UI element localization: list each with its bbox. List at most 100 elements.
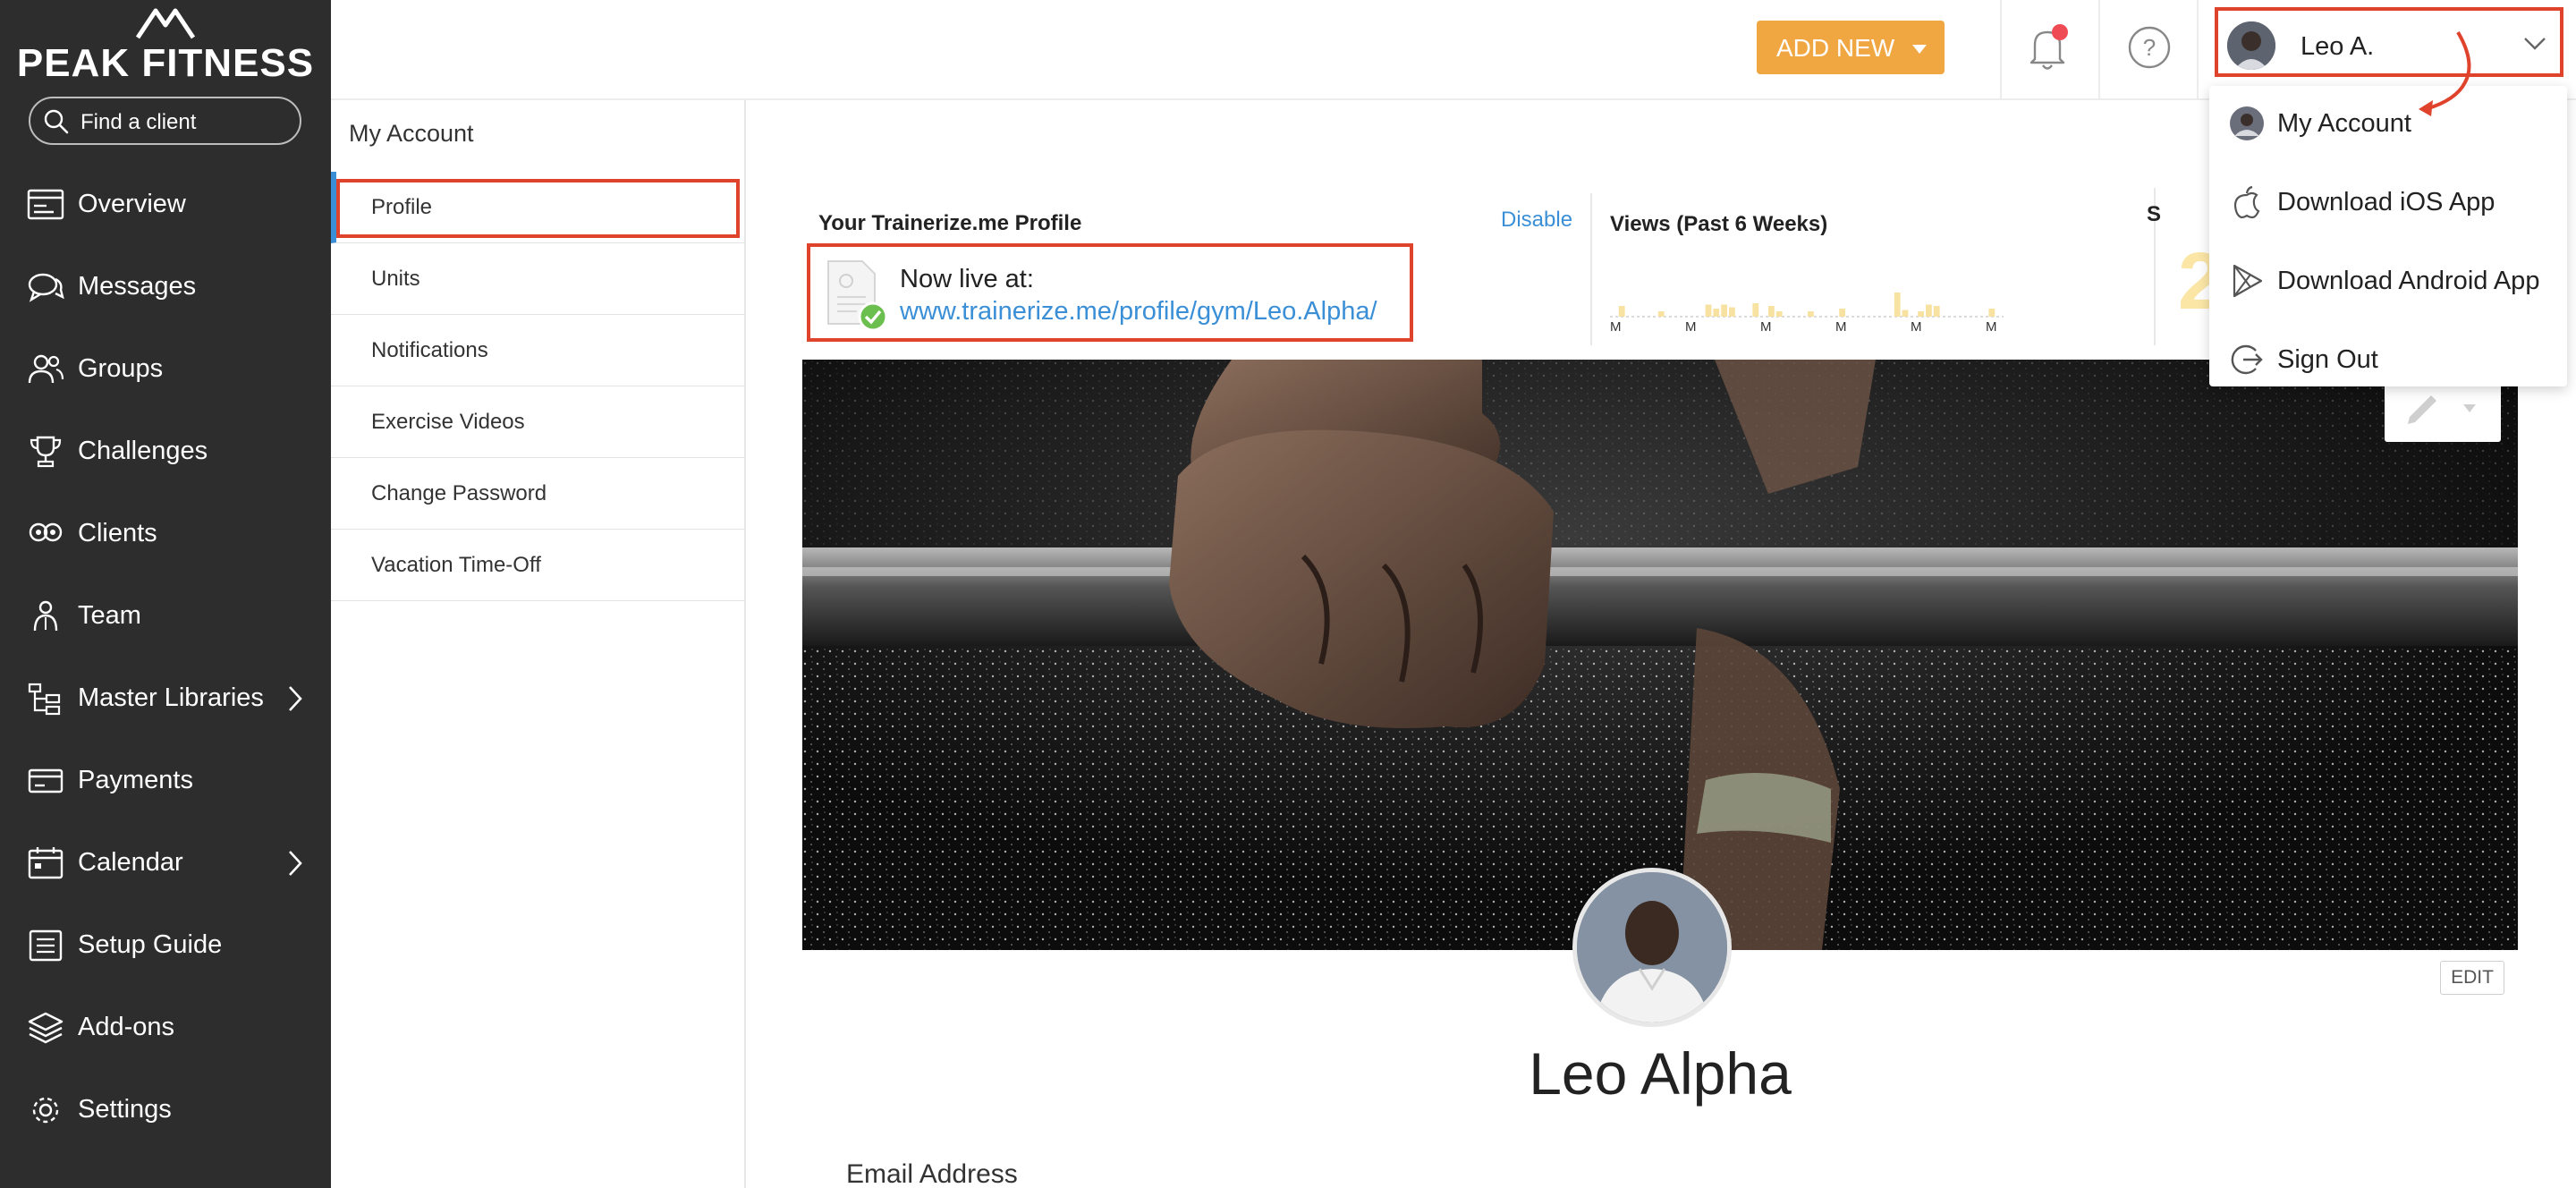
groups-icon [28, 354, 64, 384]
nav-calendar-label: Calendar [78, 848, 183, 877]
chart-bar [1926, 304, 1932, 317]
chart-bar [1775, 311, 1783, 317]
chart-bar [1721, 304, 1727, 317]
menu-item-download-ios[interactable]: Download iOS App [2209, 166, 2567, 238]
mountain-logo-icon [135, 8, 196, 39]
nav-messages[interactable]: Messages [0, 245, 331, 327]
subnav-item-label: Change Password [371, 481, 547, 505]
disable-link[interactable]: Disable [1501, 208, 1572, 233]
trophy-icon [30, 436, 62, 468]
chart-bar [1618, 306, 1625, 317]
calendar-icon [28, 847, 64, 879]
user-name: Leo A. [2301, 32, 2375, 61]
nav-settings-label: Settings [78, 1095, 172, 1124]
email-field-label: Email Address [846, 1159, 1018, 1188]
gear-icon [32, 1097, 59, 1124]
nav-settings[interactable]: Settings [0, 1068, 331, 1150]
chart-week-label: M [1760, 319, 1772, 333]
chart-bar [1988, 309, 1996, 317]
chart-bar [1902, 310, 1909, 317]
profile-url-link[interactable]: www.trainerize.me/profile/gym/Leo.Alpha/ [900, 297, 1377, 327]
nav-addons[interactable]: Add-ons [0, 986, 331, 1068]
nav-team[interactable]: Team [0, 574, 331, 657]
avatar-icon [2227, 21, 2275, 70]
messages-icon [28, 273, 64, 302]
nav-setup-guide[interactable]: Setup Guide [0, 904, 331, 986]
top-divider [2000, 0, 2002, 100]
sidebar: PEAK FITNESS Find a client Overview Mess… [0, 0, 331, 1188]
add-new-button[interactable]: ADD NEW [1757, 21, 1945, 74]
nav-master-libraries[interactable]: Master Libraries [0, 657, 331, 739]
avatar-icon [2230, 106, 2264, 140]
annotation-arrow [2419, 30, 2471, 116]
brand-name: PEAK FITNESS [16, 41, 315, 85]
chart-week-label: M [1986, 319, 1997, 333]
nav-master-libraries-label: Master Libraries [78, 683, 264, 712]
subnav-item-notifications[interactable]: Notifications [331, 315, 744, 386]
chart-bar [1657, 311, 1665, 317]
subnav-item-vacation-time-off[interactable]: Vacation Time-Off [331, 530, 744, 601]
subnav-item-change-password[interactable]: Change Password [331, 458, 744, 530]
nav-clients[interactable]: Clients [0, 492, 331, 574]
nav-challenges-label: Challenges [78, 437, 208, 465]
subnav-item-label: Vacation Time-Off [371, 553, 541, 577]
subnav-item-label: Exercise Videos [371, 410, 525, 434]
views-title: Views (Past 6 Weeks) [1610, 212, 1828, 236]
chart-week-label: M [1835, 319, 1847, 333]
add-new-label: ADD NEW [1776, 34, 1895, 62]
subnav-item-units[interactable]: Units [331, 243, 744, 315]
help-icon[interactable]: ? [2127, 25, 2172, 70]
profile-live-box: Now live at: www.trainerize.me/profile/g… [807, 243, 1413, 342]
chart-bar [1894, 293, 1901, 317]
search-icon [44, 109, 69, 134]
sign-out-icon [2231, 344, 2263, 375]
panel-divider [1590, 193, 1592, 345]
brand-logo[interactable]: PEAK FITNESS [0, 5, 331, 85]
chevron-right-icon [289, 686, 302, 711]
addons-icon [28, 1012, 64, 1044]
subnav-title: My Account [349, 120, 474, 147]
team-icon [33, 600, 58, 632]
subnav-item-label: Notifications [371, 338, 488, 362]
play-store-icon [2233, 264, 2263, 298]
menu-item-download-android[interactable]: Download Android App [2209, 245, 2567, 317]
menu-item-sign-out[interactable]: Sign Out [2209, 324, 2567, 395]
nav-payments-label: Payments [78, 766, 193, 794]
document-check-icon [827, 260, 888, 332]
setup-guide-icon [29, 929, 63, 962]
libraries-icon [28, 683, 61, 716]
profile-name: Leo Alpha [1529, 1040, 1792, 1107]
nav-calendar[interactable]: Calendar [0, 821, 331, 904]
user-menu-button[interactable]: Leo A. [2215, 7, 2563, 77]
nav-challenges[interactable]: Challenges [0, 410, 331, 492]
notification-bell-icon[interactable] [2026, 23, 2069, 73]
subnav-item-exercise-videos[interactable]: Exercise Videos [331, 386, 744, 458]
nav-groups[interactable]: Groups [0, 327, 331, 410]
edit-avatar-button[interactable]: EDIT [2440, 961, 2504, 995]
chevron-down-icon [2524, 38, 2546, 50]
user-avatar [2227, 21, 2275, 70]
chart-bar [1713, 309, 1720, 317]
find-client-search[interactable]: Find a client [29, 97, 301, 145]
chart-bar [1768, 306, 1775, 317]
chart-bar [1933, 306, 1940, 317]
menu-item-my-account[interactable]: My Account [2209, 88, 2567, 159]
chart-bar [1705, 304, 1712, 317]
notification-dot [2052, 24, 2068, 40]
apple-icon [2233, 185, 2260, 219]
chart-bar [1752, 303, 1759, 317]
now-live-label: Now live at: [900, 265, 1034, 293]
top-divider [2197, 0, 2199, 100]
overview-icon [27, 189, 64, 220]
stat-label: S [2147, 202, 2162, 226]
nav-overview[interactable]: Overview [0, 163, 331, 245]
profile-avatar[interactable] [1572, 868, 1732, 1027]
nav-groups-label: Groups [78, 354, 164, 383]
nav-payments[interactable]: Payments [0, 739, 331, 821]
avatar-icon [1577, 872, 1727, 1023]
views-sparkline-chart: MMMMMM [1610, 293, 2004, 333]
chart-week-label: M [1610, 319, 1622, 333]
nav-addons-label: Add-ons [78, 1013, 175, 1041]
chart-bar [1808, 311, 1814, 317]
menu-item-label: Download iOS App [2277, 188, 2496, 216]
